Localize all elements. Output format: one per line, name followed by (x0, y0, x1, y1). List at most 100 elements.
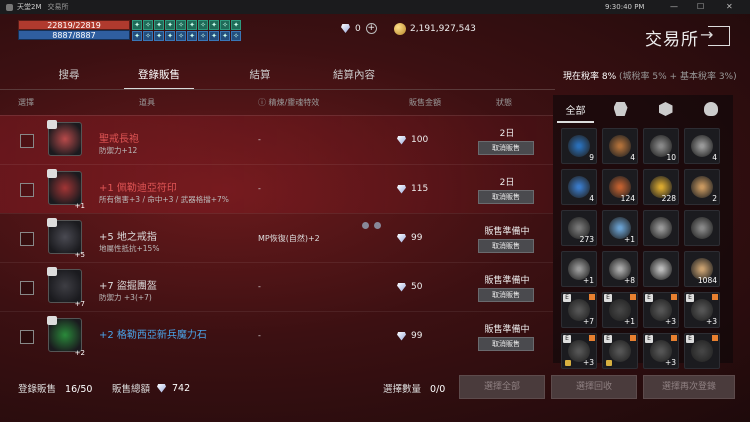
exit-icon[interactable] (700, 25, 730, 46)
item-icon (650, 258, 672, 280)
col-effect-label: 精煉/靈魂特效 (268, 98, 320, 107)
table-row[interactable]: +2 +2 格勒西亞新兵魔力石 - 99 販售準備中 取消販售 (0, 311, 553, 360)
slot-count: +1 (623, 317, 635, 326)
tab-settlement[interactable]: 結算 (240, 62, 280, 88)
cube-icon (658, 102, 673, 116)
item-price-value: 99 (411, 233, 423, 243)
inventory-slot[interactable]: 2 (684, 169, 720, 205)
inventory-panel: 全部 9 4 10 4 4 124 228 2 273 +1 +1 +8 1084 E +7 E +1 E +3 E +… (553, 95, 733, 369)
buff-icon: ✧ (143, 31, 153, 41)
inventory-slot[interactable]: +8 (602, 251, 638, 287)
sale-list: 聖戒長袍 防禦力+12-100 2日 取消販售 +1 +1 佩勒迪亞符印 所有傷害+3 / … (0, 115, 553, 360)
slot-count: +3 (664, 317, 676, 326)
inventory-slot[interactable]: 4 (602, 128, 638, 164)
minimize-button[interactable]: — (670, 2, 678, 11)
inventory-slot[interactable]: 1084 (684, 251, 720, 287)
slot-count: +3 (582, 358, 594, 367)
diamond-icon (396, 332, 407, 341)
row-checkbox[interactable] (20, 330, 34, 344)
item-price: 99 (396, 331, 422, 341)
buff-icon: ✦ (187, 31, 197, 41)
inventory-slot[interactable]: 228 (643, 169, 679, 205)
item-name: +2 格勒西亞新兵魔力石 (99, 330, 207, 341)
inv-tab-etc[interactable] (688, 95, 733, 123)
item-enchant: +1 (74, 202, 85, 210)
total-label: 販售總額 (112, 384, 151, 395)
inv-tab-consumable[interactable] (643, 95, 688, 123)
inventory-slot[interactable]: 4 (561, 169, 597, 205)
buff-icon: ✧ (220, 20, 230, 30)
equipped-badge: E (563, 335, 571, 343)
inventory-slot[interactable]: E +1 (602, 292, 638, 328)
close-button[interactable]: ✕ (726, 2, 733, 11)
inventory-slot[interactable]: E +7 (561, 292, 597, 328)
inventory-tabs: 全部 (553, 95, 733, 123)
inventory-slot[interactable]: E +3 (561, 333, 597, 369)
buff-icon: ✦ (132, 31, 142, 41)
table-row[interactable]: +1 +1 佩勒迪亞符印 所有傷害+3 / 命中+3 / 武器格擋+7% - 115 2日… (0, 164, 553, 213)
cancel-sale-button[interactable]: 取消販售 (478, 288, 534, 302)
tab-search[interactable]: 搜尋 (40, 62, 98, 88)
inventory-slot[interactable]: 4 (684, 128, 720, 164)
item-icon (691, 135, 713, 157)
table-row[interactable]: +7 +7 盜掘團盔 防禦力 +3(+7) - 50 販售準備中 取消販售 (0, 262, 553, 311)
tax-rate: 現在稅率 8% (城稅率 5% + 基本稅率 3%) (563, 69, 737, 82)
item-icon (691, 340, 713, 362)
bookmark-icon (47, 169, 57, 178)
potion-icon (703, 102, 718, 116)
inventory-slot[interactable]: E (684, 333, 720, 369)
inventory-slot[interactable]: E +3 (643, 333, 679, 369)
tab-settlement-details[interactable]: 結算內容 (324, 62, 384, 88)
cancel-sale-button[interactable]: 取消販售 (478, 239, 534, 253)
pin-icon (671, 294, 677, 300)
inv-tab-all[interactable]: 全部 (553, 95, 598, 123)
table-row[interactable]: +5 +5 地之戒指 地屬性抵抗+15% MP恢復(自然)+2 99 販售準備中 取消販售 (0, 213, 553, 262)
select-return-button[interactable]: 選擇回收 (551, 375, 637, 399)
inventory-slot[interactable]: E +3 (643, 292, 679, 328)
inventory-slot[interactable]: E +3 (684, 292, 720, 328)
inventory-slot[interactable] (643, 251, 679, 287)
window-titlebar: 天堂2M 交易所 9:30:40 PM — ☐ ✕ (0, 0, 750, 14)
inventory-slot[interactable]: 9 (561, 128, 597, 164)
slot-count: +3 (664, 358, 676, 367)
select-relist-button[interactable]: 選擇再次登錄 (643, 375, 735, 399)
inv-tab-equipment[interactable] (598, 95, 643, 123)
diamond-icon (396, 136, 407, 145)
row-checkbox[interactable] (20, 134, 34, 148)
row-checkbox[interactable] (20, 281, 34, 295)
diamond-icon (156, 384, 167, 393)
inventory-slot[interactable]: +1 (602, 210, 638, 246)
item-effect: MP恢復(自然)+2 (258, 234, 320, 243)
cancel-sale-button[interactable]: 取消販售 (478, 141, 534, 155)
cancel-sale-button[interactable]: 取消販售 (478, 190, 534, 204)
soul-icon (362, 222, 369, 229)
select-all-button[interactable]: 選擇全部 (459, 375, 545, 399)
tab-register-sale[interactable]: 登錄販售 (124, 62, 194, 90)
slot-count: +1 (623, 235, 635, 244)
inventory-slot[interactable]: 10 (643, 128, 679, 164)
inventory-slot[interactable]: +1 (561, 251, 597, 287)
inventory-slot[interactable] (684, 210, 720, 246)
cancel-sale-button[interactable]: 取消販售 (478, 337, 534, 351)
inventory-slot[interactable]: E (602, 333, 638, 369)
row-checkbox[interactable] (20, 232, 34, 246)
inventory-slot[interactable] (643, 210, 679, 246)
add-diamond-button[interactable]: + (365, 23, 377, 34)
inventory-slot[interactable]: 273 (561, 210, 597, 246)
item-enchant: +7 (74, 300, 85, 308)
item-icon (650, 217, 672, 239)
adena-amount: 2,191,927,543 (410, 24, 476, 34)
main-tabs: 搜尋 登錄販售 結算 結算內容 (40, 62, 384, 90)
item-icon: +7 (47, 267, 85, 308)
helmet-icon (613, 102, 628, 116)
item-icon (609, 340, 631, 362)
table-row[interactable]: 聖戒長袍 防禦力+12 - 100 2日 取消販售 (0, 115, 553, 164)
item-icon (568, 135, 590, 157)
maximize-button[interactable]: ☐ (697, 2, 704, 11)
item-name: +7 盜掘團盔 (99, 281, 157, 292)
buff-bar: ✦ ✧ ✦ ✦ ✧ ✦ ✧ ✦ ✧ ✦ ✦ ✧ ✦ ✦ ✧ ✦ ✧ ✦ ✦ ✧ (132, 20, 247, 41)
item-effect: - (258, 282, 261, 291)
window-title: 天堂2M (17, 3, 42, 11)
row-checkbox[interactable] (20, 183, 34, 197)
inventory-slot[interactable]: 124 (602, 169, 638, 205)
